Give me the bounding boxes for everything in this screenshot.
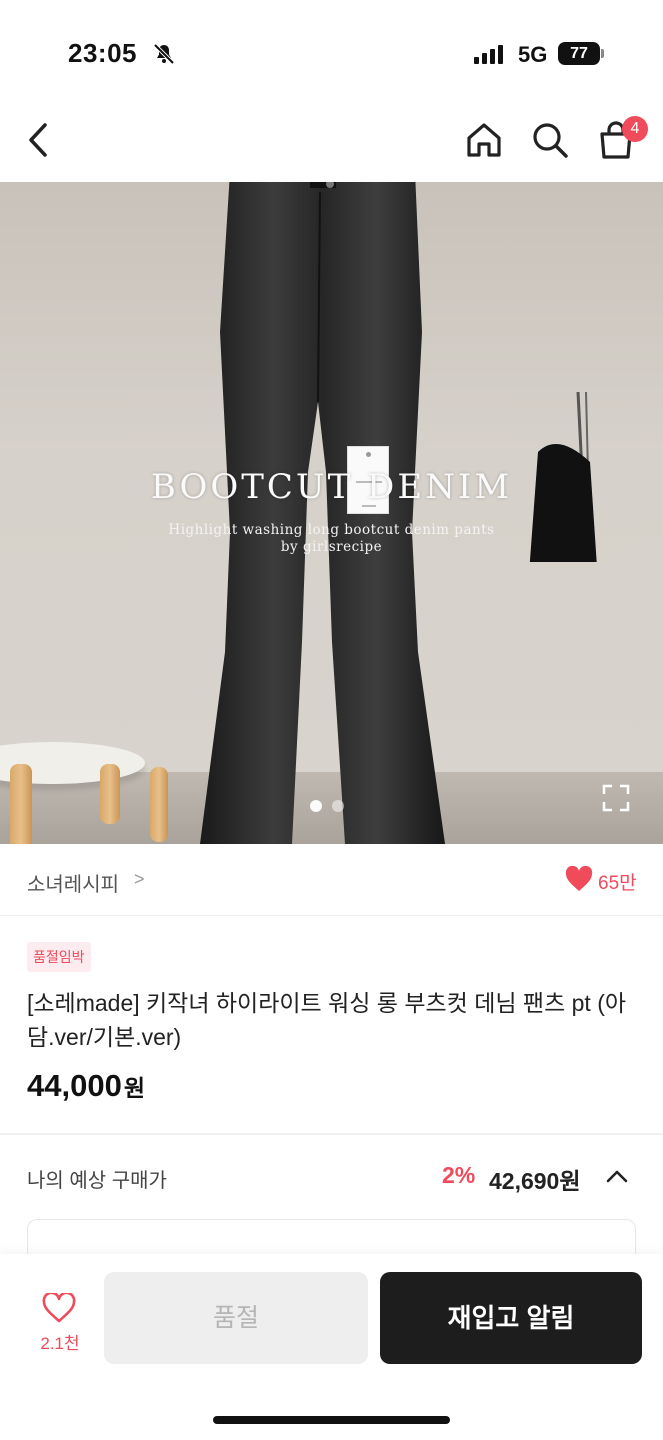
chevron-up-icon[interactable] (604, 1164, 630, 1190)
expand-icon[interactable] (600, 782, 632, 814)
image-subtitle: by girlsrecipe (280, 539, 383, 555)
carousel-dots (310, 800, 344, 812)
carousel-dot-active[interactable] (310, 800, 322, 812)
price-unit: 원 (123, 1075, 145, 1101)
section-divider (0, 1133, 663, 1135)
signal-icon (474, 45, 503, 64)
bell-slash-icon (153, 43, 175, 65)
like-count: 65만 (598, 873, 637, 894)
estimated-price: 42,690원 (489, 1168, 581, 1194)
back-button[interactable] (18, 118, 62, 162)
back-icon (29, 123, 47, 157)
jeans-photo (200, 182, 445, 844)
home-icon (467, 123, 501, 157)
restock-alert-button[interactable]: 재입고 알림 (380, 1272, 642, 1364)
product-price: 44,000원 (27, 1068, 145, 1104)
cart-count-badge: 4 (622, 116, 648, 142)
heart-outline-icon[interactable] (42, 1293, 76, 1323)
image-title: BOOTCUT DENIM (150, 467, 513, 507)
home-button[interactable] (462, 118, 506, 162)
estimated-price-label: 나의 예상 구매가 (27, 1170, 167, 1192)
home-indicator (213, 1416, 450, 1424)
status-badge: 품절임박 (27, 942, 91, 972)
network-label: 5G (518, 42, 548, 67)
search-button[interactable] (528, 118, 572, 162)
status-bar: 23:05 5G 77 (0, 0, 663, 100)
chevron-right-icon: > (134, 869, 145, 889)
estimated-discount: 2% (442, 1162, 476, 1188)
tag-hole (366, 452, 371, 457)
battery-cap (601, 49, 604, 58)
stool-leg (100, 764, 120, 824)
search-icon (533, 123, 568, 158)
product-title: [소레made] 키작녀 하이라이트 워싱 롱 부츠컷 데님 팬츠 pt (아담… (27, 990, 627, 1050)
stool-leg (150, 767, 168, 842)
price-value: 44,000 (27, 1068, 122, 1103)
store-name[interactable]: 소녀레시피 (27, 868, 119, 897)
wish-count: 2.1천 (40, 1334, 80, 1353)
image-subtitle: Highlight washing long bootcut denim pan… (168, 522, 495, 538)
stool-leg (10, 764, 32, 844)
status-time: 23:05 (68, 38, 137, 68)
soldout-button[interactable]: 품절 (104, 1272, 368, 1364)
heart-filled-icon[interactable] (565, 866, 593, 892)
carousel-dot[interactable] (332, 800, 344, 812)
battery-indicator: 77 (558, 42, 600, 65)
product-image-carousel[interactable]: BOOTCUT DENIM Highlight washing long boo… (0, 182, 663, 844)
